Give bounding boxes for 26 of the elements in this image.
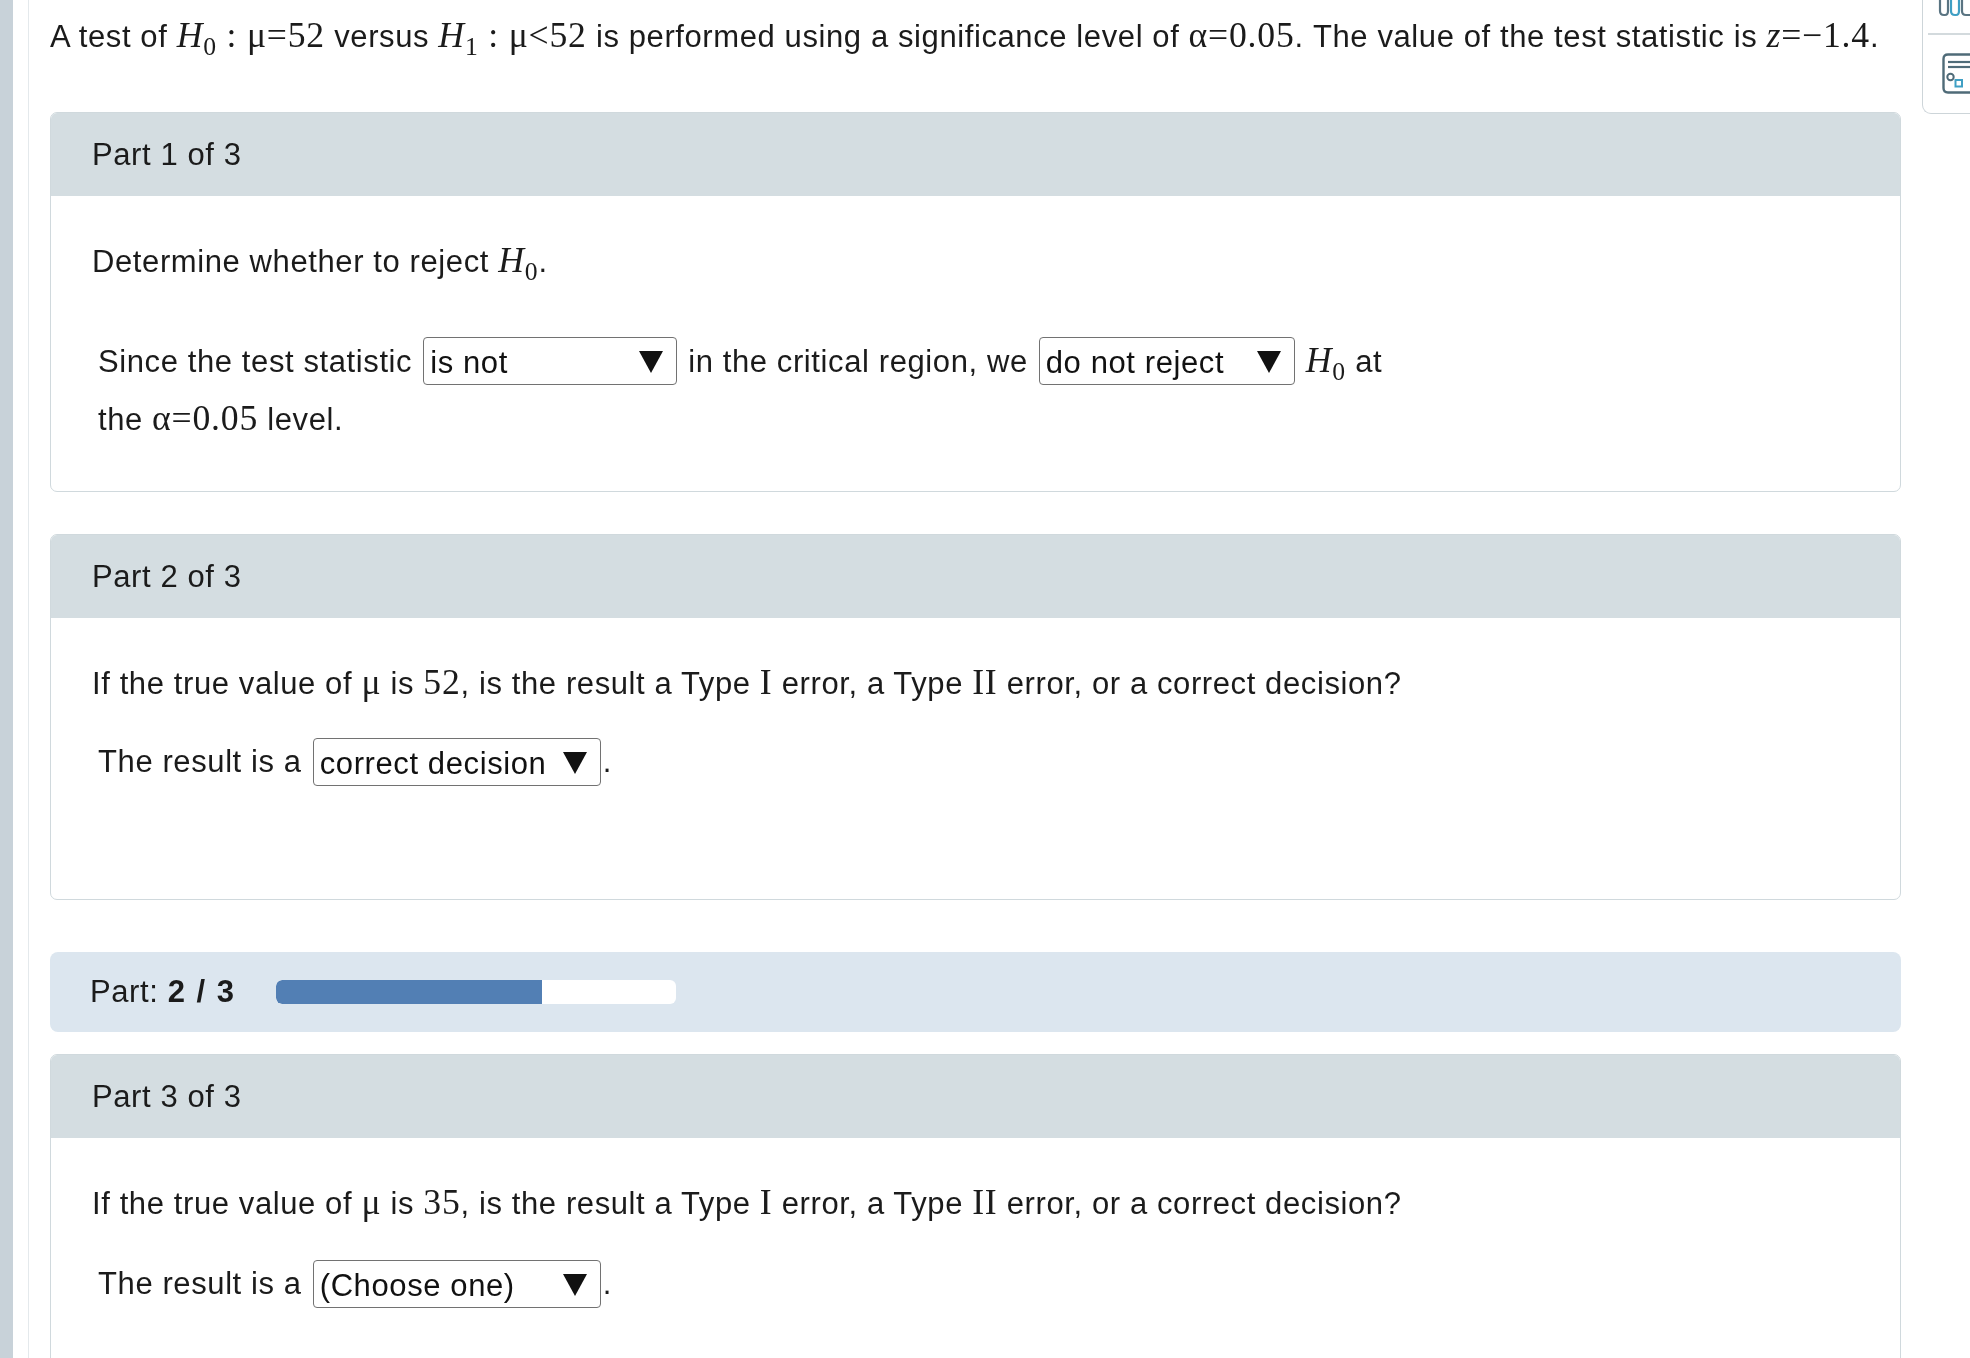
caret-icon (562, 1273, 587, 1296)
answer-text: in the critical region, we (688, 342, 1028, 381)
question-text: Determine whether to reject H$_{0}$. (92, 240, 548, 282)
progress-label: Part: 2 / 3 (90, 974, 236, 1010)
answer-text: . (602, 1266, 612, 1302)
caret-icon (639, 350, 664, 373)
part-header: Part 3 of 3 (51, 1055, 1900, 1138)
part-header: Part 1 of 3 (51, 113, 1900, 196)
caret-icon (1256, 350, 1281, 373)
answer-text: The result is a (98, 1265, 302, 1303)
answer-text: the α=0.05 level. (98, 397, 344, 440)
dropdown[interactable]: correct decision (312, 738, 601, 786)
dropdown[interactable]: do not reject (1038, 337, 1295, 385)
question-text: If the true value of μ is 52, is the result a Type I error, a Type II error, or a correct decision? (92, 662, 1402, 704)
part-header: Part 2 of 3 (51, 535, 1900, 618)
answer-text: . (602, 744, 612, 780)
form-icon[interactable] (1942, 52, 1970, 94)
blocks-icon[interactable] (1938, 0, 1970, 17)
dropdown[interactable]: is not (423, 337, 678, 385)
question-text: If the true value of μ is 35, is the result a Type I error, a Type II error, or a correct decision? (92, 1182, 1402, 1224)
answer-text: The result is a (98, 743, 302, 781)
problem-statement: A test of H$_{0}$ : μ=52 versus H$_{1}$ : μ<52 is performed using a significance level of α=0.05. The value of the test statistic is z=−1.4. (50, 14, 1880, 62)
dropdown[interactable]: (Choose one) (312, 1260, 601, 1308)
answer-text: H$_{0}$ at (1305, 339, 1383, 388)
answer-text: Since the test statistic (98, 342, 413, 381)
caret-icon (562, 751, 587, 774)
